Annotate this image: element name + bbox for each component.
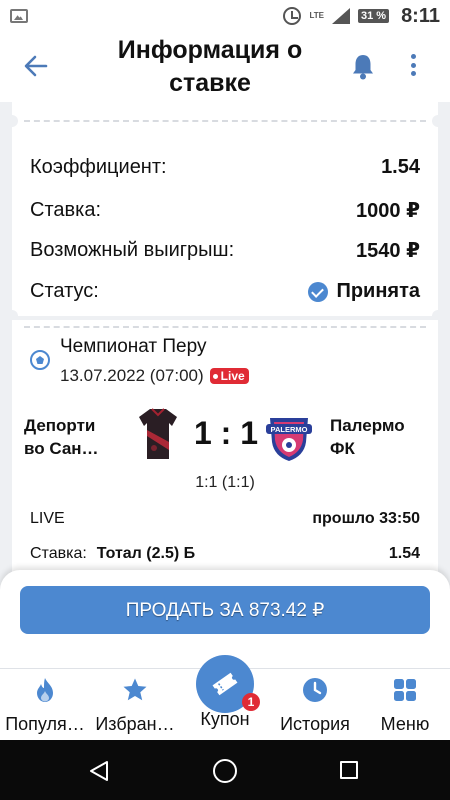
star-icon <box>123 678 147 701</box>
more-options-icon[interactable] <box>410 54 416 76</box>
elapsed-time: прошло 33:50 <box>312 510 420 527</box>
league-name: Чемпионат Перу <box>60 336 207 357</box>
possible-win-row: Возможный выигрыш: 1540 ₽ <box>30 238 420 263</box>
coefficient-value: 1.54 <box>381 156 420 178</box>
match-score: 1 : 1 <box>193 415 259 451</box>
coefficient-row: Коэффициент: 1.54 <box>30 156 420 179</box>
sell-button[interactable]: ПРОДАТЬ ЗА 873.42 ₽ <box>20 586 430 634</box>
signal-icon <box>331 8 350 24</box>
coupon-count-badge: 1 <box>242 693 260 711</box>
bet-details: Коэффициент: 1.54 Ставка: 1000 ₽ Возможн… <box>0 102 450 582</box>
bet-label: Ставка: <box>30 545 87 562</box>
score-detail: 1:1 (1:1) <box>195 474 255 491</box>
event-date: 13.07.2022 (07:00) <box>60 366 204 385</box>
stake-row: Ставка: 1000 ₽ <box>30 198 420 223</box>
coefficient-label: Коэффициент: <box>30 156 167 178</box>
possible-win-value: 1540 ₽ <box>356 240 420 262</box>
event-datetime: 13.07.2022 (07:00) Live <box>60 366 249 386</box>
team2-logo-text: PALERMO <box>271 425 308 434</box>
bet-value: Тотал (2.5) Б <box>96 545 196 562</box>
nav-menu-label: Меню <box>380 714 430 734</box>
alarm-icon <box>283 7 302 25</box>
nav-history[interactable]: История <box>270 677 360 735</box>
status-label: Статус: <box>30 280 99 302</box>
status-value: Принята <box>336 280 420 302</box>
stake-label: Ставка: <box>30 199 101 221</box>
back-arrow-icon[interactable] <box>22 52 50 80</box>
live-badge: Live <box>209 368 249 384</box>
team2-name: Палермо ФК <box>330 416 405 458</box>
bottom-navigation: Популя… Избран… Купон 1 История Меню <box>0 655 450 740</box>
status-bar: LTE 31 % 8:11 <box>0 0 450 32</box>
ticket-icon <box>212 672 238 696</box>
nav-favorites[interactable]: Избран… <box>90 677 180 735</box>
possible-win-label: Возможный выигрыш: <box>30 239 235 261</box>
system-back-icon[interactable] <box>88 760 110 782</box>
match-state-row: LIVE прошло 33:50 <box>30 510 420 528</box>
gallery-notification-icon <box>10 9 28 23</box>
event-card: Чемпионат Перу 13.07.2022 (07:00) Live Д… <box>12 320 438 582</box>
grid-icon <box>394 679 416 701</box>
lte-indicator: LTE <box>309 11 324 20</box>
nav-history-label: История <box>280 714 350 734</box>
nav-popular[interactable]: Популя… <box>0 677 90 735</box>
check-icon <box>308 281 329 302</box>
clock-time: 8:11 <box>401 4 440 27</box>
team1-jersey-logo <box>139 408 177 459</box>
stake-value: 1000 ₽ <box>356 200 420 222</box>
status-row: Статус: Принята <box>30 280 420 303</box>
fire-icon <box>37 678 53 702</box>
bet-odds: 1.54 <box>388 545 420 562</box>
bell-icon[interactable] <box>350 52 376 80</box>
system-nav-bar <box>0 740 450 800</box>
page-title: Информация о ставке <box>117 36 303 97</box>
soccer-ball-icon <box>30 350 50 370</box>
system-recents-icon[interactable] <box>340 761 358 779</box>
team1-name: Депорти во Сан… <box>24 416 99 458</box>
app-header: Информация о ставке <box>0 32 450 102</box>
system-home-icon[interactable] <box>212 758 238 784</box>
battery-indicator: 31 % <box>357 9 390 23</box>
match-state: LIVE <box>30 510 65 527</box>
bet-row: Ставка: Тотал (2.5) Б 1.54 <box>30 545 420 563</box>
nav-popular-label: Популя… <box>5 714 85 734</box>
clock-icon <box>303 678 327 702</box>
bet-summary-card: Коэффициент: 1.54 Ставка: 1000 ₽ Возможн… <box>6 102 444 322</box>
team2-crest-logo: PALERMO <box>266 418 312 461</box>
nav-menu[interactable]: Меню <box>360 677 450 735</box>
nav-favorites-label: Избран… <box>95 714 175 734</box>
